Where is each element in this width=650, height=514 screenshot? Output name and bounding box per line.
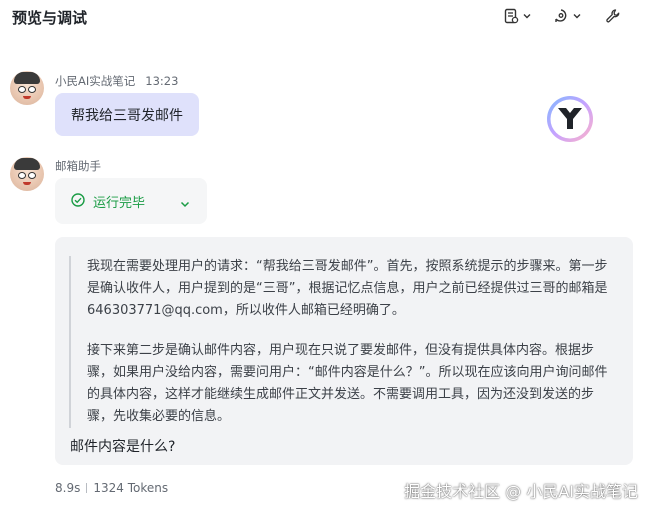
assistant-reply-text: 邮件内容是什么? xyxy=(70,439,176,455)
settings-button[interactable] xyxy=(605,6,621,26)
chevron-down-icon xyxy=(572,11,582,21)
check-circle-icon xyxy=(71,192,85,211)
user-message-bubble: 帮我给三哥发邮件 xyxy=(55,93,199,136)
run-status-toggle[interactable]: 运行完毕 xyxy=(55,178,207,224)
app-logo-icon xyxy=(547,96,593,142)
message-time: 13:23 xyxy=(145,74,179,88)
chevron-down-icon xyxy=(522,11,532,21)
response-stats: 8.9s 1324 Tokens xyxy=(55,481,168,495)
reasoning-paragraph: 我现在需要处理用户的请求：“帮我给三哥发邮件”。首先，按照系统提示的步骤来。第一… xyxy=(87,259,608,318)
page-title: 预览与调试 xyxy=(12,9,88,27)
divider xyxy=(86,483,88,493)
user-sender-name: 小民AI实战笔记 xyxy=(55,74,136,88)
reasoning-paragraph: 接下来第二步是确认邮件内容，用户现在只说了要发邮件，但没有提供具体内容。根据步骤… xyxy=(87,343,608,424)
watermark: 掘金技术社区 @ 小民AI实战笔记 xyxy=(404,482,638,501)
notes-icon xyxy=(503,8,519,24)
assistant-answer-card: 我现在需要处理用户的请求：“帮我给三哥发邮件”。首先，按照系统提示的步骤来。第一… xyxy=(55,237,633,465)
assistant-avatar xyxy=(10,157,44,191)
token-count: 1324 Tokens xyxy=(93,481,169,495)
assistant-sender-name: 邮箱助手 xyxy=(55,159,101,173)
notes-menu-button[interactable] xyxy=(503,6,532,26)
response-duration: 8.9s xyxy=(55,481,81,495)
reasoning-block: 我现在需要处理用户的请求：“帮我给三哥发邮件”。首先，按照系统提示的步骤来。第一… xyxy=(69,256,609,428)
user-avatar xyxy=(10,71,44,105)
user-sender-line: 小民AI实战笔记 13:23 xyxy=(55,73,178,89)
chevron-down-icon xyxy=(179,195,191,214)
run-status-label: 运行完毕 xyxy=(93,195,146,211)
wrench-icon xyxy=(605,8,621,24)
preview-debug-header: 预览与调试 xyxy=(0,0,650,34)
debug-menu-button[interactable] xyxy=(553,6,582,26)
debug-icon xyxy=(553,8,569,24)
